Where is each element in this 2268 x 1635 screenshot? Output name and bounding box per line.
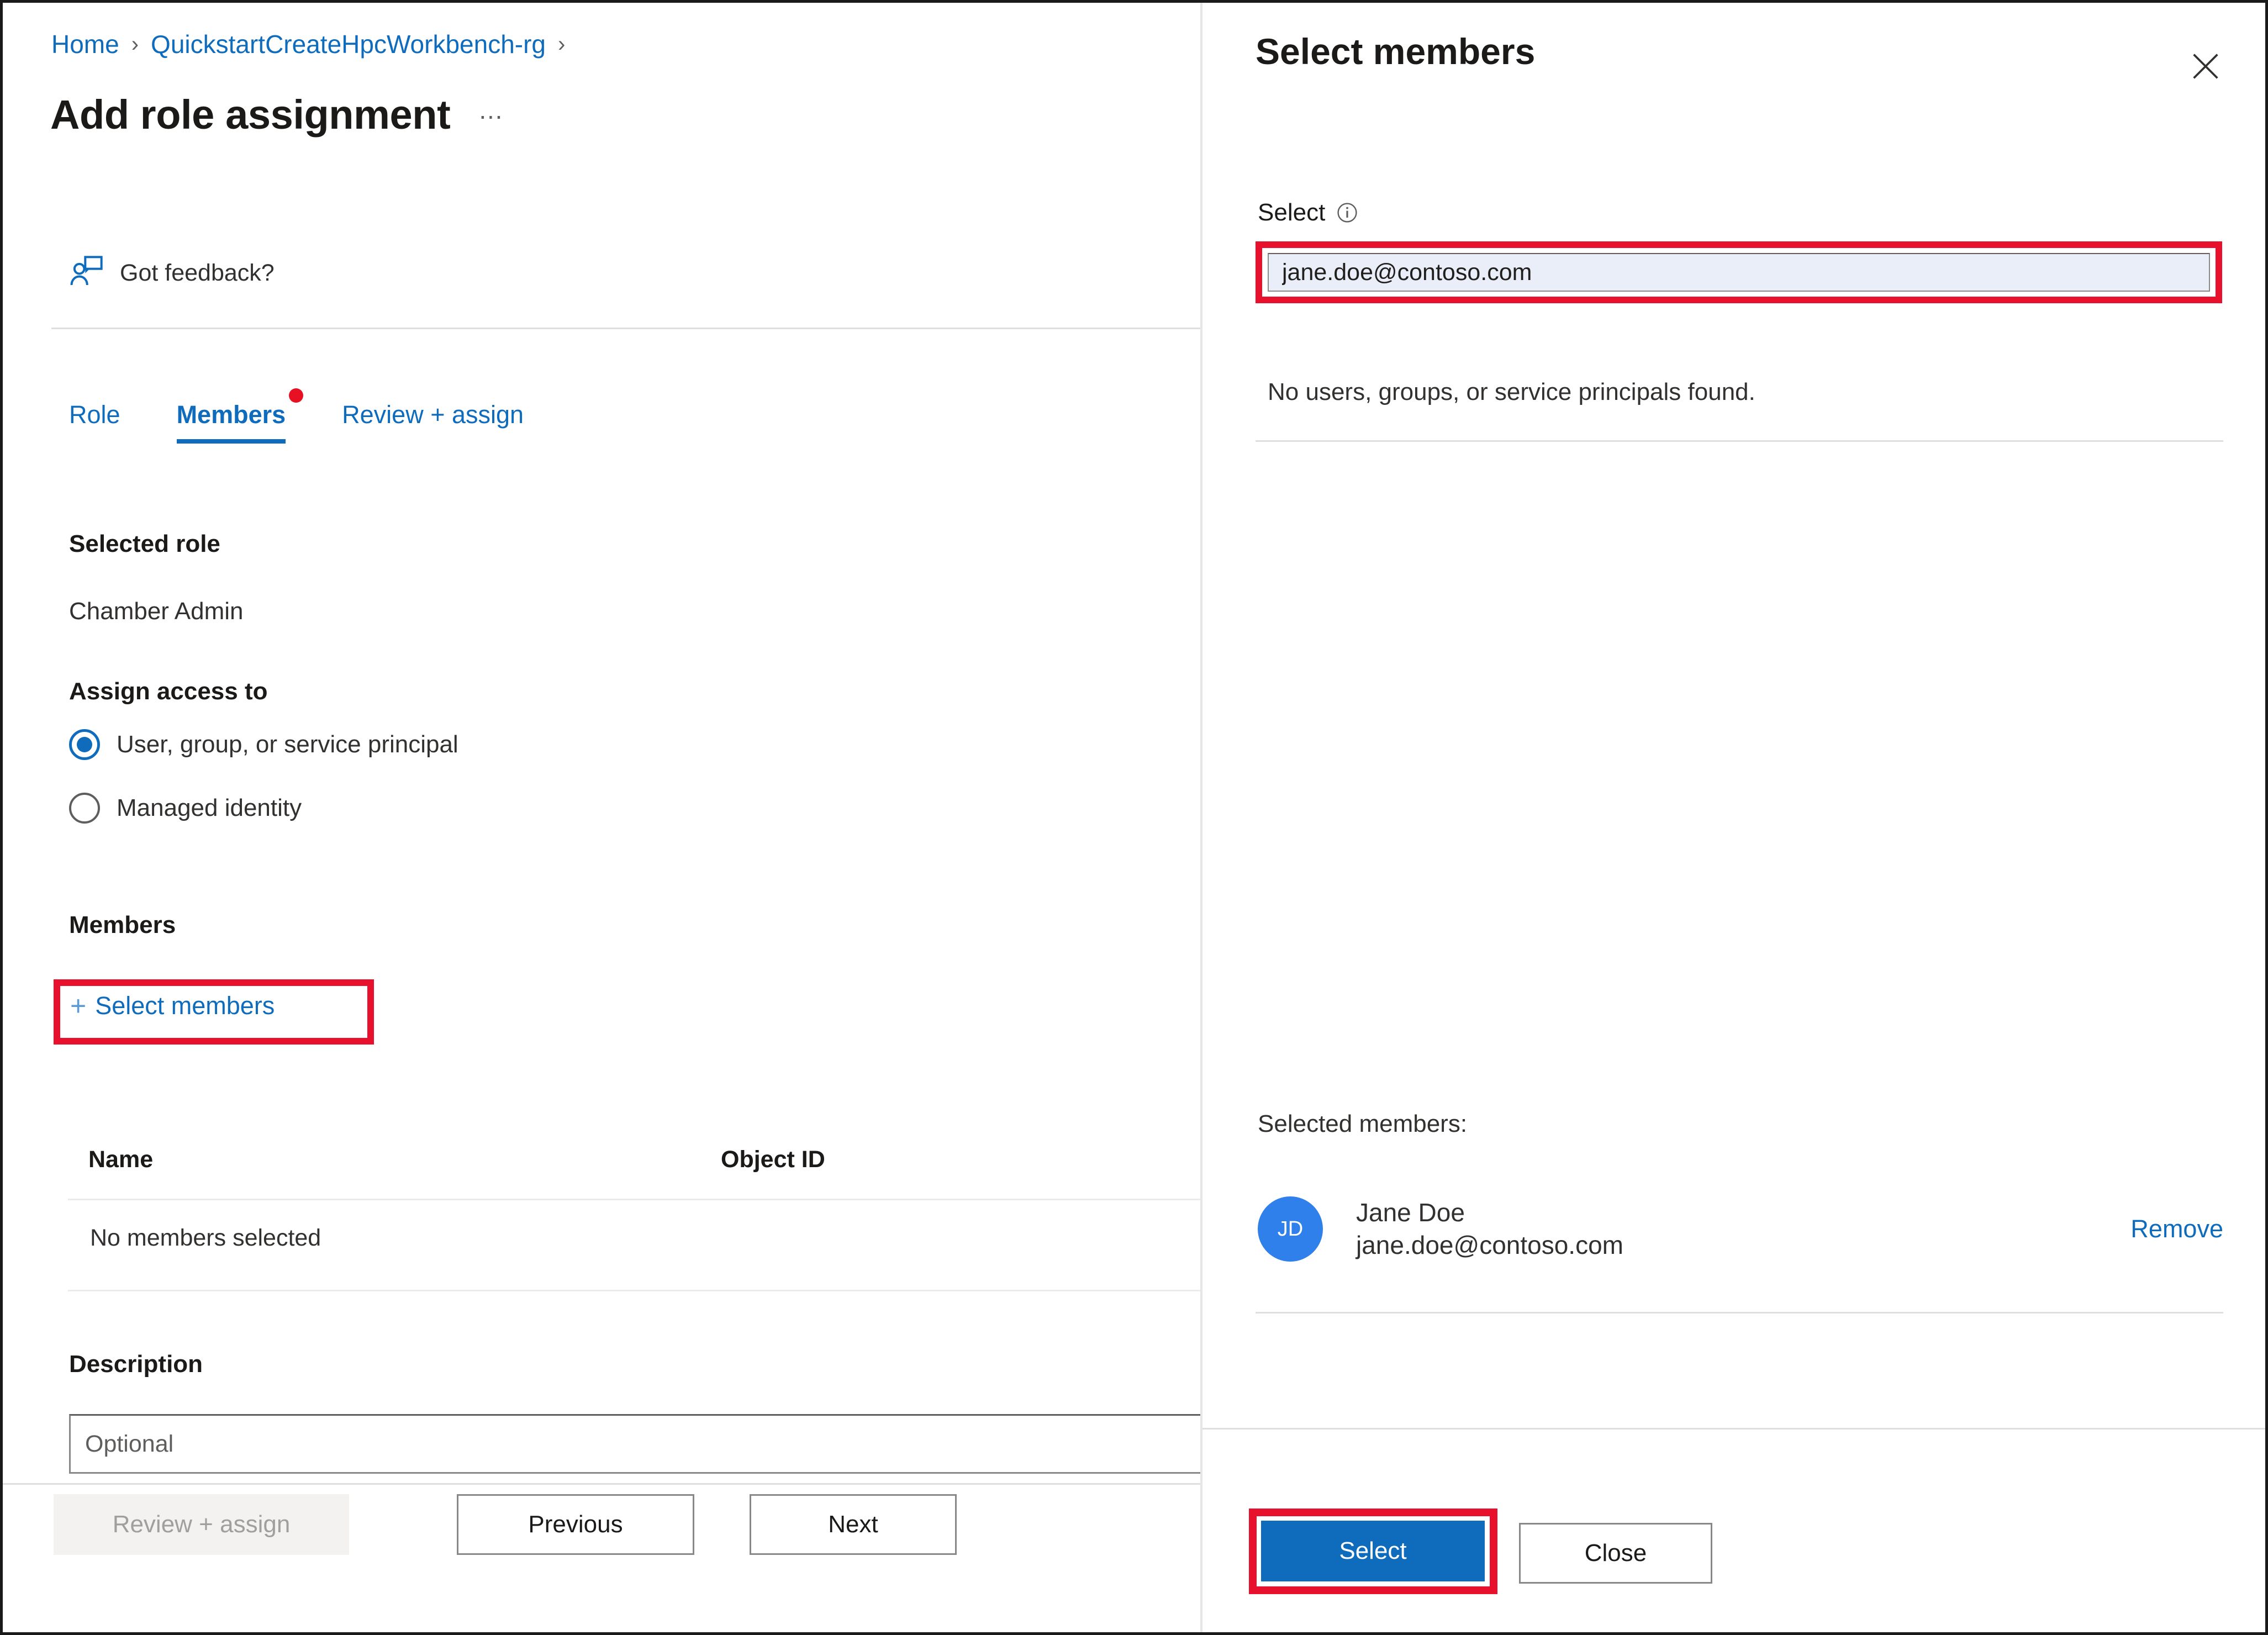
tab-review-assign-label: Review + assign	[342, 400, 524, 429]
radio-indicator-unchecked	[69, 793, 100, 824]
selected-member-text: Jane Doe jane.doe@contoso.com	[1356, 1196, 1623, 1262]
radio-managed-identity[interactable]: Managed identity	[69, 793, 302, 824]
radio-managed-identity-label: Managed identity	[117, 794, 302, 821]
breadcrumb: Home › QuickstartCreateHpcWorkbench-rg ›	[51, 29, 577, 59]
results-divider	[1256, 440, 2223, 442]
radio-indicator-checked	[69, 729, 100, 760]
got-feedback-label: Got feedback?	[120, 260, 275, 286]
select-members-pane-title: Select members	[1256, 31, 1536, 72]
close-icon[interactable]	[2182, 43, 2229, 90]
selected-member-email: jane.doe@contoso.com	[1356, 1231, 1623, 1259]
description-input[interactable]	[69, 1414, 1200, 1474]
page-title-row: Add role assignment …	[50, 91, 505, 138]
description-heading: Description	[69, 1351, 203, 1378]
wizard-tabs: Role Members Review + assign	[69, 388, 524, 444]
radio-user-group-service-principal-label: User, group, or service principal	[117, 731, 458, 758]
tab-members-label: Members	[176, 400, 286, 429]
select-members-label: Select members	[95, 991, 275, 1020]
selected-members-divider	[1256, 1312, 2223, 1314]
table-bottom-divider	[68, 1290, 1200, 1291]
page-title: Add role assignment	[50, 92, 451, 138]
table-column-header-object-id: Object ID	[721, 1146, 825, 1173]
members-heading: Members	[69, 911, 176, 938]
header-divider	[51, 328, 1200, 329]
select-button[interactable]: Select	[1261, 1521, 1485, 1581]
review-assign-button[interactable]: Review + assign	[54, 1494, 349, 1555]
screenshot-root: Home › QuickstartCreateHpcWorkbench-rg ›…	[0, 0, 2268, 1635]
radio-user-group-service-principal[interactable]: User, group, or service principal	[69, 729, 458, 760]
breadcrumb-separator-trailing: ›	[558, 31, 566, 56]
select-members-context-pane: Select members Select No users, groups, …	[1200, 3, 2265, 1632]
info-icon[interactable]	[1336, 202, 1358, 224]
remove-member-button[interactable]: Remove	[2130, 1215, 2223, 1243]
breadcrumb-separator: ›	[131, 31, 139, 56]
select-field-label: Select	[1258, 199, 1326, 226]
select-members-search-input[interactable]	[1268, 253, 2210, 292]
add-role-assignment-blade: Home › QuickstartCreateHpcWorkbench-rg ›…	[3, 3, 1200, 1632]
tab-role-label: Role	[69, 400, 120, 429]
no-results-message: No users, groups, or service principals …	[1268, 378, 1755, 405]
pane-footer-divider	[1202, 1428, 2265, 1430]
plus-icon: +	[70, 990, 87, 1021]
table-column-header-name: Name	[88, 1146, 154, 1173]
tab-members[interactable]: Members	[176, 388, 304, 444]
table-row: No members selected	[90, 1225, 321, 1251]
select-members-button[interactable]: + Select members	[70, 991, 275, 1020]
tab-role[interactable]: Role	[69, 400, 120, 444]
selected-role-value: Chamber Admin	[69, 598, 244, 625]
list-item: JD Jane Doe jane.doe@contoso.com Remove	[1258, 1182, 2223, 1276]
feedback-person-icon	[69, 254, 104, 292]
tab-members-badge-dot	[289, 388, 304, 403]
selected-role-heading: Selected role	[69, 530, 220, 557]
breadcrumb-item-home[interactable]: Home	[51, 29, 119, 59]
next-button[interactable]: Next	[750, 1494, 957, 1555]
close-button[interactable]: Close	[1519, 1523, 1712, 1584]
more-options-button[interactable]: …	[478, 97, 505, 133]
assign-access-to-heading: Assign access to	[69, 678, 268, 705]
table-header-divider	[68, 1199, 1200, 1200]
selected-member-name: Jane Doe	[1356, 1198, 1465, 1227]
selected-members-heading: Selected members:	[1258, 1110, 1468, 1137]
select-field-label-row: Select	[1258, 199, 1358, 226]
avatar: JD	[1258, 1196, 1323, 1262]
previous-button[interactable]: Previous	[457, 1494, 694, 1555]
got-feedback-button[interactable]: Got feedback?	[69, 254, 275, 292]
tab-review-assign[interactable]: Review + assign	[342, 400, 524, 444]
breadcrumb-item-resource-group[interactable]: QuickstartCreateHpcWorkbench-rg	[151, 29, 546, 59]
